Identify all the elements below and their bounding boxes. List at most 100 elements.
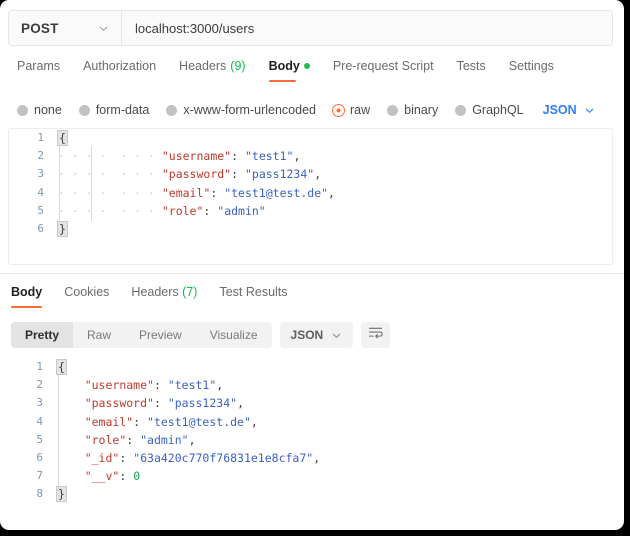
- json-value: "test1": [244, 149, 294, 164]
- view-preview-button[interactable]: Preview: [125, 322, 196, 348]
- view-raw-button[interactable]: Raw: [73, 322, 125, 348]
- body-type-raw[interactable]: raw: [332, 103, 370, 117]
- response-tab-cookies[interactable]: Cookies: [64, 285, 109, 308]
- radio-urlencoded-icon: [166, 104, 178, 116]
- line-number: 4: [36, 414, 43, 428]
- json-value: 0: [133, 469, 141, 484]
- request-body-editor[interactable]: 1 { 2 · · · · · · · "username": "test1",…: [8, 128, 613, 265]
- request-format-label: JSON: [542, 103, 577, 117]
- tab-tests-label: Tests: [456, 59, 486, 73]
- wrap-lines-icon: [368, 326, 383, 344]
- code-line: 6 "_id": "63a420c770f76831e1e8cfa7",: [8, 447, 613, 469]
- line-number: 5: [37, 203, 44, 217]
- line-number: 8: [36, 487, 43, 501]
- line-number: 6: [36, 450, 43, 464]
- tab-params[interactable]: Params: [17, 59, 60, 82]
- line-number: 1: [37, 131, 44, 144]
- wrap-lines-button[interactable]: [361, 322, 391, 348]
- tab-headers-count: (9): [230, 59, 246, 73]
- tab-authorization-label: Authorization: [83, 59, 157, 73]
- json-key: "username": [84, 378, 154, 393]
- line-number: 6: [37, 221, 44, 235]
- json-key: "__v": [84, 469, 120, 484]
- chevron-down-icon: [98, 23, 109, 34]
- tab-params-label: Params: [17, 59, 61, 73]
- response-tab-body-label: Body: [11, 285, 43, 299]
- body-type-binary-label: binary: [404, 103, 439, 117]
- tab-authorization[interactable]: Authorization: [83, 59, 156, 82]
- json-key: "_id": [84, 450, 120, 465]
- view-pretty-button[interactable]: Pretty: [11, 322, 74, 348]
- json-comma: ,: [293, 149, 301, 164]
- radio-binary-icon: [387, 104, 399, 116]
- request-tab-bar: Params Authorization Headers (9) Body Pr…: [0, 59, 624, 90]
- code-line: 5 "role": "admin",: [8, 429, 613, 450]
- json-value: "admin": [140, 432, 189, 447]
- response-tab-headers[interactable]: Headers (7): [131, 285, 197, 308]
- tab-body-label: Body: [268, 59, 300, 73]
- tab-body[interactable]: Body: [268, 59, 310, 82]
- request-format-dropdown[interactable]: JSON: [543, 103, 595, 117]
- body-type-form-data[interactable]: form-data: [78, 103, 150, 117]
- line-number: 2: [37, 149, 44, 163]
- radio-none-icon: [17, 104, 28, 116]
- json-comma: ,: [314, 167, 322, 182]
- view-visualize-button[interactable]: Visualize: [196, 322, 272, 348]
- response-format-label: JSON: [290, 328, 324, 342]
- json-key: "username": [161, 149, 232, 164]
- url-input[interactable]: localhost:3000/users: [122, 11, 612, 45]
- line-number: 7: [36, 469, 43, 483]
- http-method-dropdown[interactable]: POST: [9, 11, 122, 45]
- code-line: 3 · · · · · · · "password": "pass1234",: [9, 164, 612, 185]
- json-key: "role": [161, 203, 204, 218]
- line-number: 4: [37, 185, 44, 199]
- body-type-none[interactable]: none: [17, 103, 62, 117]
- response-tab-cookies-label: Cookies: [64, 285, 110, 299]
- body-type-form-data-label: form-data: [95, 103, 150, 117]
- json-value: "admin": [217, 203, 266, 218]
- body-type-binary[interactable]: binary: [387, 103, 438, 117]
- tab-pre-request-script[interactable]: Pre-request Script: [333, 59, 434, 82]
- code-line: 7 "__v": 0: [8, 466, 613, 487]
- chevron-down-icon: [584, 105, 595, 116]
- response-format-dropdown[interactable]: JSON: [279, 322, 354, 348]
- response-tab-test-results[interactable]: Test Results: [219, 285, 287, 308]
- pane-divider[interactable]: [0, 273, 624, 274]
- radio-raw-selected-icon: [332, 103, 345, 117]
- json-key: "password": [84, 396, 154, 411]
- json-comma: ,: [250, 414, 258, 429]
- code-line: 5 · · · · · · · "role": "admin": [9, 200, 612, 221]
- response-view-segmented-control: Pretty Raw Preview Visualize: [11, 322, 272, 348]
- code-line: 6 }: [9, 220, 612, 238]
- json-open-brace: {: [56, 359, 67, 375]
- tab-headers[interactable]: Headers (9): [179, 59, 246, 82]
- view-preview-label: Preview: [139, 328, 182, 342]
- response-view-controls: Pretty Raw Preview Visualize JSON: [11, 322, 391, 348]
- http-method-label: POST: [21, 20, 59, 36]
- body-type-none-label: none: [34, 103, 62, 117]
- json-value: "test1@test.de": [147, 414, 251, 429]
- response-tab-headers-label: Headers: [131, 285, 179, 299]
- line-number: 5: [36, 432, 43, 446]
- view-pretty-label: Pretty: [25, 328, 60, 342]
- json-comma: ,: [237, 396, 244, 411]
- radio-form-data-icon: [78, 104, 90, 116]
- postman-window: POST localhost:3000/users Params Authori…: [0, 0, 624, 530]
- chevron-down-icon: [331, 330, 342, 341]
- request-url-bar: POST localhost:3000/users: [8, 10, 613, 46]
- json-comma: ,: [216, 378, 224, 393]
- response-body-editor[interactable]: 1 { 2 "username": "test1", 3 "password":…: [8, 358, 613, 508]
- tab-tests[interactable]: Tests: [457, 59, 486, 82]
- json-close-brace: }: [56, 486, 67, 503]
- code-line: 3 "password": "pass1234",: [8, 393, 613, 414]
- view-raw-label: Raw: [87, 328, 112, 342]
- json-comma: ,: [313, 450, 321, 465]
- json-close-brace: }: [57, 220, 68, 237]
- response-tab-headers-count: (7): [182, 285, 198, 299]
- response-tab-body[interactable]: Body: [11, 285, 43, 308]
- line-number: 3: [36, 396, 43, 410]
- body-type-urlencoded[interactable]: x-www-form-urlencoded: [166, 103, 316, 117]
- body-type-graphql[interactable]: GraphQL: [455, 103, 524, 117]
- tab-settings[interactable]: Settings: [509, 59, 554, 82]
- body-type-selector: none form-data x-www-form-urlencoded raw…: [0, 96, 624, 124]
